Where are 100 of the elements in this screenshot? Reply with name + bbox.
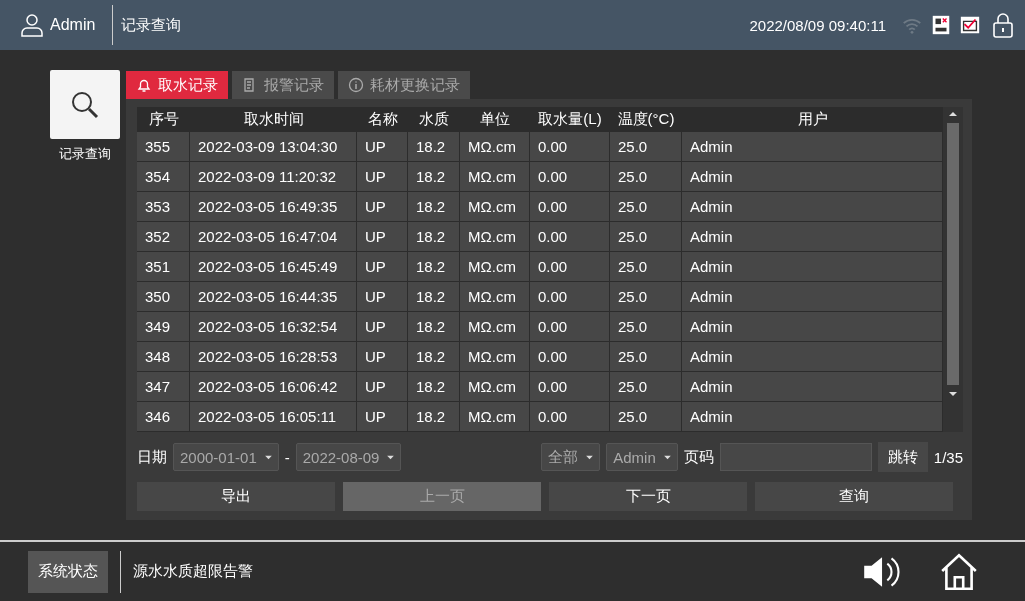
table-cell: 0.00: [530, 222, 610, 251]
table-cell: 0.00: [530, 282, 610, 311]
page-label: 页码: [683, 447, 714, 467]
table-cell: 25.0: [610, 402, 682, 431]
action-button[interactable]: 导出: [137, 482, 335, 511]
table-cell: 0.00: [530, 192, 610, 221]
table-cell: 2022-03-05 16:44:35: [190, 282, 357, 311]
column-header: 取水量(L): [537, 110, 603, 129]
tab[interactable]: 报警记录: [232, 71, 334, 99]
page-count: 1/35: [933, 448, 963, 466]
type-dropdown[interactable]: 全部: [541, 443, 601, 471]
table-cell: 355: [137, 132, 190, 161]
table-cell: 347: [137, 372, 190, 401]
table-cell: UP: [357, 312, 408, 341]
jump-button[interactable]: 跳转: [877, 442, 928, 472]
table-cell: MΩ.cm: [460, 282, 530, 311]
date-label: 日期: [137, 447, 167, 467]
table-cell: 2022-03-05 16:05:11: [190, 402, 357, 431]
table-cell: 2022-03-09 13:04:30: [190, 132, 357, 161]
table-cell: 18.2: [408, 252, 460, 281]
table-cell: UP: [357, 372, 408, 401]
user-name: Admin: [50, 16, 96, 34]
table-cell: 25.0: [610, 132, 682, 161]
table-cell: UP: [357, 402, 408, 431]
table-cell: 350: [137, 282, 190, 311]
alarm-message: 源水水质超限告警: [133, 562, 253, 581]
table-cell: 346: [137, 402, 190, 431]
column-header: 取水时间: [242, 110, 305, 129]
table-cell: 0.00: [530, 342, 610, 371]
table-cell: 18.2: [408, 402, 460, 431]
table-cell: 353: [137, 192, 190, 221]
lock-icon[interactable]: [991, 11, 1015, 39]
page-input[interactable]: [719, 443, 872, 471]
table-cell: 25.0: [610, 252, 682, 281]
table-cell: 18.2: [408, 282, 460, 311]
table-cell: 0.00: [530, 132, 610, 161]
table-cell: 25.0: [610, 312, 682, 341]
table-cell: 25.0: [610, 342, 682, 371]
scrollbar[interactable]: [943, 107, 963, 432]
caret-icon: [586, 454, 594, 460]
table-cell: 2022-03-05 16:49:35: [190, 192, 357, 221]
column-header: 温度(°C): [616, 110, 676, 129]
table-cell: MΩ.cm: [460, 342, 530, 371]
tab[interactable]: 取水记录: [126, 71, 228, 99]
table-cell: 25.0: [610, 372, 682, 401]
table-cell: 0.00: [530, 402, 610, 431]
table-cell: 25.0: [610, 162, 682, 191]
table-cell: 2022-03-05 16:47:04: [190, 222, 357, 251]
caret-icon: [387, 454, 395, 460]
table-cell: 18.2: [408, 162, 460, 191]
table-cell: MΩ.cm: [460, 192, 530, 221]
action-button[interactable]: 查询: [755, 482, 953, 511]
end-date-dropdown[interactable]: 2022-08-09: [295, 443, 402, 471]
scroll-up-icon[interactable]: [949, 111, 957, 117]
bell-icon: [136, 77, 152, 93]
table-cell: 18.2: [408, 132, 460, 161]
column-header: 用户: [796, 110, 829, 129]
column-header: 单位: [479, 110, 511, 129]
start-date-dropdown[interactable]: 2000-01-01: [173, 443, 279, 471]
table-cell: 2022-03-09 11:20:32: [190, 162, 357, 191]
table-cell: MΩ.cm: [460, 252, 530, 281]
table-cell: 0.00: [530, 252, 610, 281]
scroll-down-icon[interactable]: [949, 391, 957, 397]
table-cell: 354: [137, 162, 190, 191]
table-cell: UP: [357, 282, 408, 311]
caret-icon: [663, 454, 671, 460]
table-cell: 2022-03-05 16:32:54: [190, 312, 357, 341]
column-header: 水质: [418, 110, 450, 129]
table-cell: UP: [357, 342, 408, 371]
table-cell: MΩ.cm: [460, 132, 530, 161]
table-cell: 18.2: [408, 222, 460, 251]
table-cell: 0.00: [530, 312, 610, 341]
tab[interactable]: 耗材更换记录: [338, 71, 470, 99]
table-cell: 348: [137, 342, 190, 371]
table-cell: MΩ.cm: [460, 402, 530, 431]
table-cell: UP: [357, 222, 408, 251]
table-cell: 18.2: [408, 372, 460, 401]
user-icon[interactable]: [20, 12, 44, 38]
table-cell: 18.2: [408, 342, 460, 371]
table-cell: 352: [137, 222, 190, 251]
table-cell: 18.2: [408, 312, 460, 341]
action-button[interactable]: 下一页: [549, 482, 747, 511]
table-cell: 25.0: [610, 282, 682, 311]
table-cell: UP: [357, 252, 408, 281]
table-cell: 2022-03-05 16:45:49: [190, 252, 357, 281]
user-dropdown[interactable]: Admin: [606, 443, 678, 471]
table-cell: UP: [357, 192, 408, 221]
sidebar-label: 记录查询: [59, 145, 111, 163]
system-status-button[interactable]: 系统状态: [28, 550, 108, 593]
info-icon: [348, 77, 364, 93]
search-icon: [70, 89, 100, 120]
table-cell: MΩ.cm: [460, 162, 530, 191]
column-header: 序号: [147, 110, 180, 129]
table-cell: 25.0: [610, 222, 682, 251]
table-cell: 349: [137, 312, 190, 341]
table-cell: 25.0: [610, 192, 682, 221]
record-search-button[interactable]: [50, 70, 120, 139]
table-cell: 0.00: [530, 162, 610, 191]
date-separator: -: [284, 448, 290, 466]
caret-icon: [264, 454, 272, 460]
